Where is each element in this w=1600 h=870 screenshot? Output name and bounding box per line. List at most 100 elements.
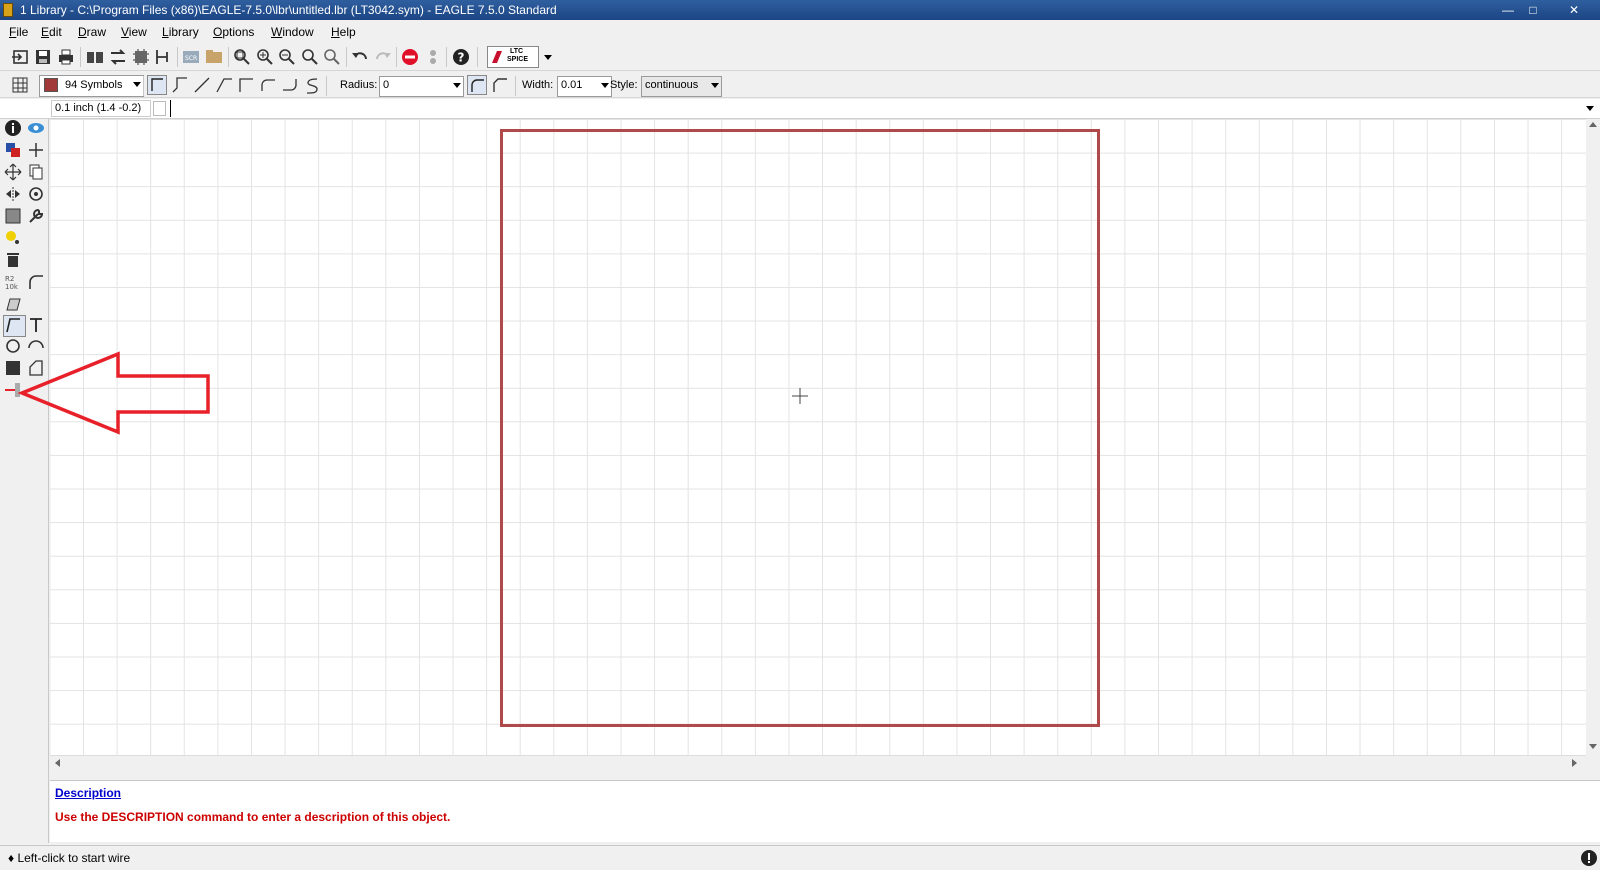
layer-select[interactable]: 94 Symbols xyxy=(39,75,144,97)
menu-options[interactable]: Options xyxy=(213,25,254,39)
menu-draw[interactable]: Draw xyxy=(78,25,106,39)
info-icon[interactable] xyxy=(4,119,22,137)
scroll-up-icon[interactable] xyxy=(1589,122,1597,127)
radius-label: Radius: xyxy=(340,79,378,91)
menu-bar: File Edit Draw View Library Options Wind… xyxy=(0,21,1600,42)
redo-icon[interactable] xyxy=(373,47,393,67)
width-input[interactable]: 0.01 xyxy=(557,76,612,97)
svg-text:SCR: SCR xyxy=(185,55,197,62)
change-icon[interactable] xyxy=(27,207,45,225)
menu-library[interactable]: Library xyxy=(162,25,199,39)
description-panel: Description Use the DESCRIPTION command … xyxy=(50,780,1600,842)
radius-value: 0 xyxy=(383,79,390,91)
menu-file[interactable]: File xyxy=(9,25,28,39)
scroll-right-icon[interactable] xyxy=(1572,759,1577,767)
miter-icon[interactable] xyxy=(27,273,45,291)
print-icon[interactable] xyxy=(56,47,76,67)
command-row: 0.1 inch (1.4 -0.2) xyxy=(0,99,1600,119)
title-bar: 1 Library - C:\Program Files (x86)\EAGLE… xyxy=(0,0,1600,20)
ltspice-dropdown-icon[interactable] xyxy=(544,55,552,60)
ulp-icon[interactable] xyxy=(204,47,224,67)
paste-icon[interactable] xyxy=(4,229,22,247)
round-corner-icon[interactable] xyxy=(467,75,487,95)
move-icon[interactable] xyxy=(4,163,22,181)
menu-window[interactable]: Window xyxy=(271,25,314,39)
rotate-icon[interactable] xyxy=(27,185,45,203)
script-icon[interactable]: SCR xyxy=(181,47,201,67)
zoom-out-icon[interactable] xyxy=(277,47,297,67)
horizontal-scrollbar[interactable] xyxy=(50,755,1586,769)
menu-help[interactable]: Help xyxy=(331,25,356,39)
svg-text:?: ? xyxy=(458,51,465,65)
scroll-down-icon[interactable] xyxy=(1589,744,1597,749)
chevron-down-icon xyxy=(601,83,609,88)
mark-icon[interactable] xyxy=(27,141,45,159)
close-button[interactable]: ✕ xyxy=(1552,2,1596,18)
show-icon[interactable] xyxy=(27,119,45,137)
grid-icon[interactable] xyxy=(10,75,30,95)
command-input[interactable] xyxy=(170,100,1580,117)
toolbar: SCR ? LTC SPICE xyxy=(0,43,1600,71)
maximize-button[interactable]: □ xyxy=(1522,2,1544,18)
style-value: continuous xyxy=(645,79,699,91)
ltspice-label-2: SPICE xyxy=(507,56,529,63)
book-icon[interactable] xyxy=(85,47,105,67)
help-icon[interactable]: ? xyxy=(451,47,471,67)
layer-color-swatch xyxy=(44,78,58,92)
crosshair-cursor-icon xyxy=(792,388,808,404)
wire-bend-5-icon[interactable] xyxy=(258,75,278,95)
description-link[interactable]: Description xyxy=(55,786,121,800)
command-dropdown-icon[interactable] xyxy=(1586,106,1594,111)
command-history-button[interactable] xyxy=(153,101,166,116)
zoom-fit-icon[interactable] xyxy=(232,47,252,67)
annotation-arrow-icon xyxy=(18,351,210,435)
info-icon[interactable] xyxy=(1580,849,1598,867)
switch-icon[interactable] xyxy=(108,47,128,67)
chevron-down-icon xyxy=(453,83,461,88)
schematic-icon[interactable] xyxy=(153,47,173,67)
window-title: 1 Library - C:\Program Files (x86)\EAGLE… xyxy=(20,3,557,17)
display-icon[interactable] xyxy=(4,141,22,159)
wire-bend-6-icon[interactable] xyxy=(280,75,300,95)
miter-corner-icon[interactable] xyxy=(490,75,510,95)
status-text: ♦ Left-click to start wire xyxy=(8,851,131,865)
wire-bend-2-icon[interactable] xyxy=(192,75,212,95)
layer-select-value: 94 Symbols xyxy=(65,79,123,91)
zoom-in-icon[interactable] xyxy=(255,47,275,67)
undo-icon[interactable] xyxy=(350,47,370,67)
svg-text:R2: R2 xyxy=(5,275,14,283)
name-value-icon[interactable]: R2 10k xyxy=(4,273,22,291)
stop-icon[interactable] xyxy=(400,47,420,67)
menu-edit[interactable]: Edit xyxy=(41,25,62,39)
split-icon[interactable] xyxy=(4,295,22,313)
app-icon xyxy=(3,3,13,17)
wire-bend-3-icon[interactable] xyxy=(214,75,234,95)
symbol-frame[interactable] xyxy=(500,129,1100,727)
wire-bend-0-icon[interactable] xyxy=(147,75,167,95)
delete-icon[interactable] xyxy=(4,251,22,269)
style-label: Style: xyxy=(610,79,638,91)
drawing-canvas[interactable] xyxy=(50,119,1586,755)
open-icon[interactable] xyxy=(11,47,31,67)
wire-bend-1-icon[interactable] xyxy=(170,75,190,95)
copy-icon[interactable] xyxy=(27,163,45,181)
zoom-select-icon[interactable] xyxy=(322,47,342,67)
ltspice-button[interactable]: LTC SPICE xyxy=(487,46,539,68)
style-select[interactable]: continuous xyxy=(641,76,722,97)
board-icon[interactable] xyxy=(131,47,151,67)
text-icon[interactable] xyxy=(27,316,45,334)
go-icon[interactable] xyxy=(423,47,443,67)
group-icon[interactable] xyxy=(4,207,22,225)
wire-bend-7-icon[interactable] xyxy=(302,75,322,95)
wire-bend-4-icon[interactable] xyxy=(236,75,256,95)
vertical-scrollbar[interactable] xyxy=(1586,119,1600,755)
redraw-icon[interactable] xyxy=(300,47,320,67)
scroll-left-icon[interactable] xyxy=(55,759,60,767)
wire-icon[interactable] xyxy=(3,315,26,337)
radius-input[interactable]: 0 xyxy=(379,76,464,97)
save-icon[interactable] xyxy=(33,47,53,67)
width-value: 0.01 xyxy=(561,79,583,91)
minimize-button[interactable]: — xyxy=(1497,2,1519,18)
menu-view[interactable]: View xyxy=(121,25,147,39)
mirror-icon[interactable] xyxy=(4,185,22,203)
